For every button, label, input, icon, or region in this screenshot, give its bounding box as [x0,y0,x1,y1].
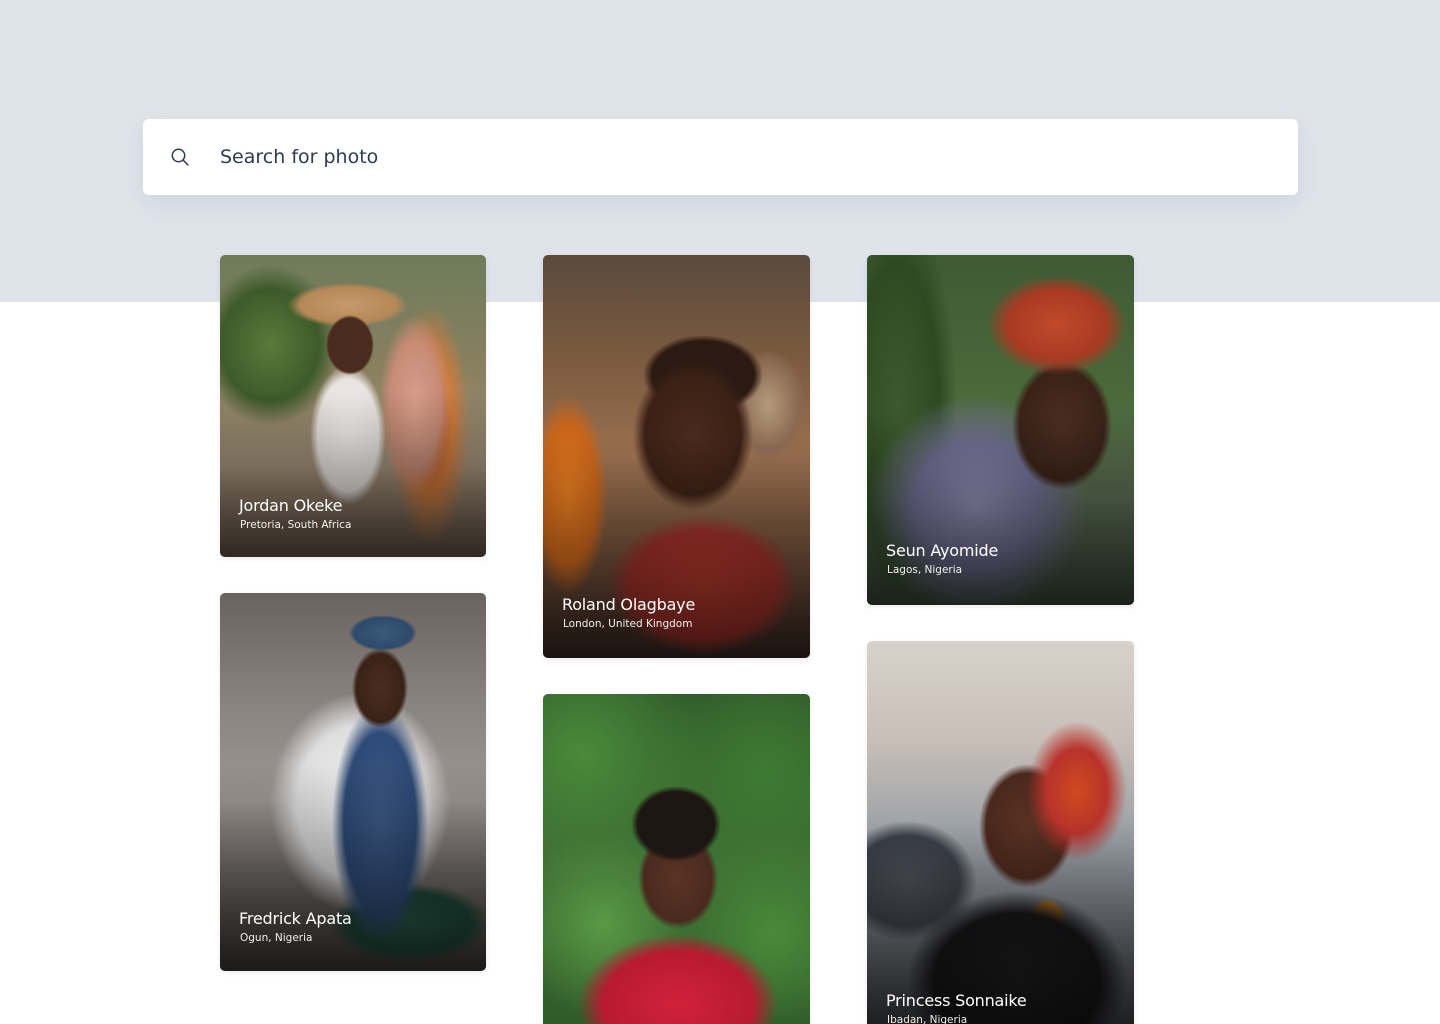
photo-card-location: London, United Kingdom [563,618,693,630]
photo-card-location: Ibadan, Nigeria [887,1014,968,1024]
photo-card-fredrick-apata[interactable]: Fredrick Apata Ogun, Nigeria [220,593,486,971]
photo-card-location: Lagos, Nigeria [887,564,963,576]
photo-card-roland-olagbaye[interactable]: Roland Olagbaye London, United Kingdom [543,255,810,658]
photo-card-name: Seun Ayomide [886,541,999,560]
search-bar[interactable] [143,119,1298,195]
search-input[interactable] [220,139,1260,175]
photo-caption-overlay [220,390,486,557]
photo-caption-overlay [867,412,1134,605]
photo-card-princess-sonnaike[interactable]: Princess Sonnaike Ibadan, Nigeria [867,641,1134,1024]
photo-card-name: Jordan Okeke [239,496,343,515]
photo-card-name: Princess Sonnaike [886,991,1027,1010]
photo-card-seun-ayomide[interactable]: Seun Ayomide Lagos, Nigeria [867,255,1134,605]
photo-card-location: Pretoria, South Africa [240,519,352,531]
photo-card-name: Roland Olagbaye [562,595,696,614]
photo-card[interactable] [543,694,810,1024]
search-icon[interactable] [170,147,190,167]
photo-card-name: Fredrick Apata [239,909,352,928]
photo-card-jordan-okeke[interactable]: Jordan Okeke Pretoria, South Africa [220,255,486,557]
photo-card-location: Ogun, Nigeria [240,932,313,944]
photo-image [543,694,810,1024]
photo-gallery-page: Jordan Okeke Pretoria, South Africa Rola… [0,0,1440,1024]
